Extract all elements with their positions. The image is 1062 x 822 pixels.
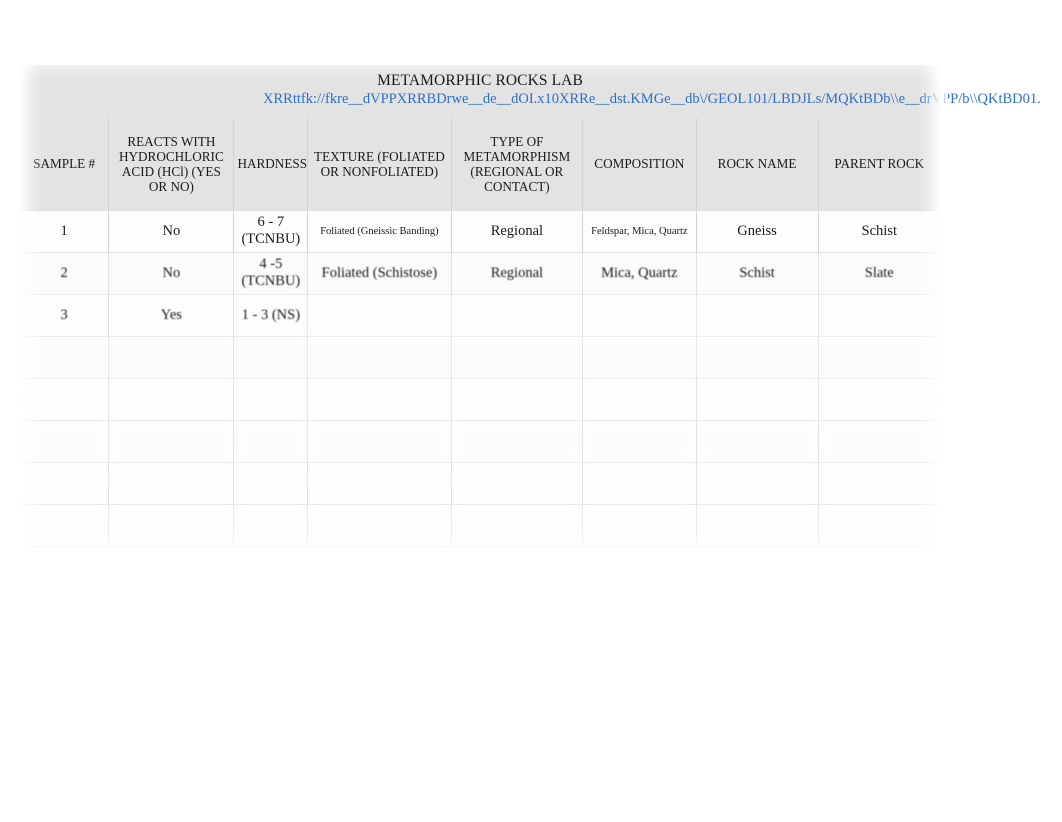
table-row [20, 462, 940, 505]
table-cell [818, 294, 940, 337]
col-header-rock-name: ROCK NAME [696, 118, 819, 211]
table-cell [307, 294, 452, 337]
table-cell: 3 [20, 294, 110, 337]
table-cell [233, 336, 309, 379]
table-cell [233, 420, 309, 463]
table-cell: Mica, Quartz [582, 252, 697, 295]
col-header-texture: TEXTURE (FOLIATED OR NONFOLIATED) [307, 118, 452, 211]
table-cell [818, 378, 940, 421]
table-cell [233, 462, 309, 505]
table-cell [818, 462, 940, 505]
page-title: METAMORPHIC ROCKS LAB [377, 72, 583, 89]
table-cell [818, 420, 940, 463]
table-cell [582, 462, 697, 505]
table-cell [451, 504, 584, 547]
table-row: 3 Yes 1 - 3 (NS) [20, 294, 940, 337]
table-row: 1 No 6 - 7 (TCNBU) Foliated (Gneissic Bandi… [20, 210, 940, 253]
table-cell: 1 - 3 (NS) [233, 294, 309, 337]
table-cell [307, 336, 452, 379]
table-cell [696, 462, 819, 505]
table-cell: No [108, 210, 235, 253]
col-header-hardness: HARDNESS [233, 118, 309, 211]
table-cell [233, 378, 309, 421]
table-cell: 4 -5 (TCNBU) [233, 252, 309, 295]
table-cell [108, 462, 235, 505]
table-cell [307, 378, 452, 421]
col-header-parent-rock: PARENT ROCK [818, 118, 940, 211]
table-cell: Gneiss [696, 210, 819, 253]
table-cell: Feldspar, Mica, Quartz [582, 210, 697, 253]
table-cell [582, 294, 697, 337]
table-cell [818, 504, 940, 547]
table-body: 1 No 6 - 7 (TCNBU) Foliated (Gneissic Bandi… [20, 210, 940, 547]
table-cell: 1 [20, 210, 110, 253]
table-cell [451, 420, 584, 463]
table-row [20, 336, 940, 379]
col-header-sample-number: SAMPLE # [20, 118, 110, 211]
table-cell [451, 378, 584, 421]
table-cell [818, 336, 940, 379]
table-cell: Yes [108, 294, 235, 337]
table-cell [108, 378, 235, 421]
table-cell [451, 336, 584, 379]
table-cell: Slate [818, 252, 940, 295]
table-cell [20, 462, 110, 505]
document-sheet: METAMORPHIC ROCKS LAB XRRttfk://fkre__dV… [16, 65, 1041, 570]
table-row [20, 420, 940, 463]
table-row [20, 378, 940, 421]
table-row [20, 504, 940, 547]
table-cell: Schist [818, 210, 940, 253]
table-cell [108, 336, 235, 379]
document-url-link[interactable]: XRRttfk://fkre__dVPPXRRBDrwe__de__dOI.x1… [263, 89, 1062, 109]
table-cell: Regional [451, 210, 584, 253]
table-cell [696, 420, 819, 463]
table-cell [108, 504, 235, 547]
table-cell: Foliated (Gneissic Banding) [307, 210, 452, 253]
table-cell: 2 [20, 252, 110, 295]
table-cell [582, 336, 697, 379]
table-cell [582, 420, 697, 463]
table-cell [696, 504, 819, 547]
table-cell: Regional [451, 252, 584, 295]
metamorphic-rocks-table: SAMPLE # REACTS WITH HYDROCHLORIC ACID (… [20, 118, 940, 547]
table-cell [451, 462, 584, 505]
table-cell [582, 504, 697, 547]
table-cell: No [108, 252, 235, 295]
table-cell [696, 294, 819, 337]
table-cell [20, 378, 110, 421]
table-cell [108, 420, 235, 463]
table-cell [582, 378, 697, 421]
table-cell [20, 420, 110, 463]
table-header-row: SAMPLE # REACTS WITH HYDROCHLORIC ACID (… [20, 118, 940, 211]
table-cell [696, 336, 819, 379]
col-header-hcl-reaction: REACTS WITH HYDROCHLORIC ACID (HCl) (YES… [108, 118, 235, 211]
table-cell [307, 420, 452, 463]
table-cell: 6 - 7 (TCNBU) [233, 210, 309, 253]
table-cell [307, 504, 452, 547]
table-cell [451, 294, 584, 337]
table-cell [233, 504, 309, 547]
table-row: 2 No 4 -5 (TCNBU) Foliated (Schistose) Regio… [20, 252, 940, 295]
table-cell: Foliated (Schistose) [307, 252, 452, 295]
table-cell [20, 504, 110, 547]
col-header-composition: COMPOSITION [582, 118, 697, 211]
table-cell [696, 378, 819, 421]
table-cell: Schist [696, 252, 819, 295]
table-cell [20, 336, 110, 379]
col-header-metamorphism-type: TYPE OF METAMORPHISM (REGIONAL OR CONTAC… [451, 118, 584, 211]
table-cell [307, 462, 452, 505]
